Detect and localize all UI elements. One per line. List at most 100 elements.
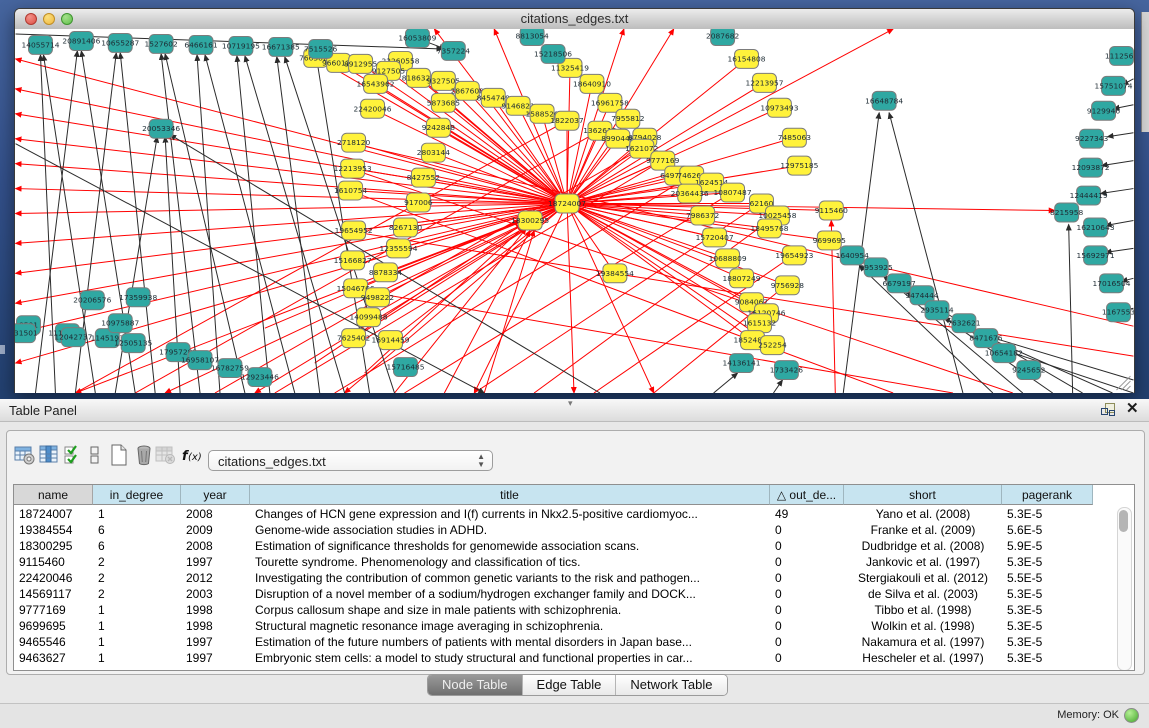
table-type-tabs: Node TableEdge TableNetwork Table: [427, 674, 728, 696]
column-header-in_degree[interactable]: in_degree: [93, 485, 181, 505]
status-bar: Memory: OK: [0, 703, 1149, 728]
table-cell: 5.3E-5: [1002, 506, 1093, 522]
node-label: 17359938: [119, 293, 157, 302]
network-canvas[interactable]: 1872400718300295193845547663822966012389…: [15, 29, 1134, 393]
table-cell: 5.3E-5: [1002, 586, 1093, 602]
table-cell: 2003: [181, 586, 250, 602]
show-column-icon[interactable]: [36, 442, 60, 468]
node-label: 10807487: [714, 188, 752, 197]
scrollbar-thumb[interactable]: [1119, 510, 1128, 532]
node-label: 9115460: [815, 206, 849, 215]
table-cell: 5.5E-5: [1002, 570, 1093, 586]
table-cell: 1998: [181, 602, 250, 618]
column-header-year[interactable]: year: [181, 485, 250, 505]
table-cell: 18300295: [14, 538, 93, 554]
memory-status-indicator[interactable]: [1124, 708, 1139, 723]
float-panel-icon[interactable]: [1101, 403, 1115, 416]
column-header-out_de[interactable]: △ out_de...: [770, 485, 844, 505]
memory-status-label: Memory: OK: [1057, 709, 1119, 721]
node-label: 9227343: [1075, 134, 1109, 143]
table-row[interactable]: 946362711997Embryonic stem cells: a mode…: [14, 650, 1093, 666]
node-label: 15716485: [386, 363, 424, 372]
node-label: 9756928: [771, 281, 805, 290]
table-cell: 14569117: [14, 586, 93, 602]
tab-edge-table[interactable]: Edge Table: [523, 675, 617, 695]
table-cell: 1998: [181, 618, 250, 634]
table-cell: Franke et al. (2009): [844, 522, 1002, 538]
column-header-short[interactable]: short: [844, 485, 1002, 505]
vertical-scrollbar[interactable]: [1117, 507, 1132, 671]
table-row[interactable]: 946554611997Estimation of the future num…: [14, 634, 1093, 650]
delete-column-icon[interactable]: [152, 442, 176, 468]
table-row[interactable]: 977716911998Corpus callosum shape and si…: [14, 602, 1093, 618]
node-label: 10655287: [101, 38, 139, 47]
function-builder-icon[interactable]: f(x): [178, 442, 202, 468]
select-all-check-icon[interactable]: [60, 442, 84, 468]
table-cell: 0: [770, 618, 844, 634]
node-table[interactable]: namein_degreeyeartitle△ out_de...shortpa…: [13, 484, 1135, 671]
node-label: 16914459: [371, 336, 409, 345]
node-label: 16154808: [728, 54, 766, 63]
node-label: 1527602: [145, 39, 178, 48]
column-header-name[interactable]: name: [14, 485, 93, 505]
tab-node-table[interactable]: Node Table: [428, 675, 523, 695]
table-cell: 0: [770, 602, 844, 618]
node-label: 12975185: [780, 161, 818, 170]
table-row[interactable]: 911546021997Tourette syndrome. Phenomeno…: [14, 554, 1093, 570]
table-cell: 2008: [181, 506, 250, 522]
tab-network-table[interactable]: Network Table: [616, 675, 726, 695]
table-cell: 6: [93, 538, 181, 554]
node-label: 7485063: [778, 133, 812, 142]
node-label: 7986372: [686, 211, 719, 220]
row-height-icon[interactable]: [82, 442, 106, 468]
table-cell: 9115460: [14, 554, 93, 570]
table-cell: Nakamura et al. (1997): [844, 634, 1002, 650]
node-label: 15166827: [334, 256, 372, 265]
table-cell: 0: [770, 634, 844, 650]
node-label: 12213953: [334, 164, 372, 173]
table-cell: Jankovic et al. (1997): [844, 554, 1002, 570]
table-row[interactable]: 2242004622012Investigating the contribut…: [14, 570, 1093, 586]
window-titlebar[interactable]: citations_edges.txt: [15, 9, 1134, 30]
node-label: 1615132: [743, 319, 776, 328]
node-label: 20206576: [73, 296, 111, 305]
table-row[interactable]: 1872400712008Changes of HCN gene express…: [14, 506, 1093, 522]
node-label: 16543962: [357, 79, 395, 88]
table-cell: Disruption of a novel member of a sodium…: [250, 586, 770, 602]
close-panel-icon[interactable]: ✕: [1126, 401, 1139, 417]
table-cell: 5.3E-5: [1002, 618, 1093, 634]
table-row[interactable]: 969969511998Structural magnetic resonanc…: [14, 618, 1093, 634]
node-label: 7955812: [611, 114, 644, 123]
table-row[interactable]: 1938455462009Genome-wide association stu…: [14, 522, 1093, 538]
node-label: 11325419: [551, 63, 589, 72]
node-label: 19654923: [775, 251, 813, 260]
column-header-title[interactable]: title: [250, 485, 770, 505]
node-label: 1167553: [1102, 308, 1134, 317]
new-table-icon[interactable]: [106, 442, 130, 468]
column-header-pagerank[interactable]: pagerank: [1002, 485, 1093, 505]
node-label: 15720407: [696, 233, 734, 242]
table-selector-combobox[interactable]: citations_edges.txt ▲▼: [208, 450, 493, 471]
node-label: 16210643: [1077, 223, 1115, 232]
table-cell: 1997: [181, 554, 250, 570]
node-label: 14136141: [723, 359, 761, 368]
citation-network-graph[interactable]: 1872400718300295193845547663822966012389…: [15, 29, 1134, 393]
node-label: 9474444: [905, 291, 939, 300]
node-label: 8267130: [389, 223, 423, 232]
table-settings-icon[interactable]: [12, 442, 36, 468]
table-cell: 1997: [181, 650, 250, 666]
node-label: 16671385: [262, 42, 300, 51]
node-label: 7357224: [437, 46, 471, 55]
table-cell: 9777169: [14, 602, 93, 618]
node-label: 1822037: [550, 116, 584, 125]
table-cell: Yano et al. (2008): [844, 506, 1002, 522]
node-label: 6466161: [184, 40, 218, 49]
divider-grip-icon[interactable]: ▾: [568, 398, 573, 409]
node-label: 14055714: [21, 40, 59, 49]
table-row[interactable]: 1456911722003Disruption of a novel membe…: [14, 586, 1093, 602]
table-cell: 19384554: [14, 522, 93, 538]
table-row[interactable]: 1830029562008Estimation of significance …: [14, 538, 1093, 554]
table-cell: 1: [93, 506, 181, 522]
table-cell: 5.9E-5: [1002, 538, 1093, 554]
table-cell: 2: [93, 554, 181, 570]
